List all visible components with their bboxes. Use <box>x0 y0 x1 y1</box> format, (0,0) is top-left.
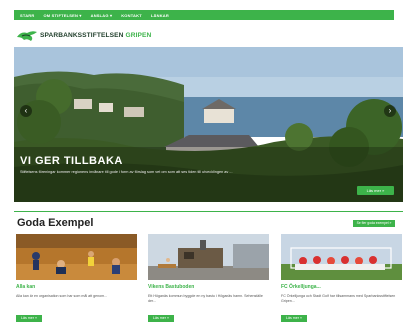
nav-item-anslag[interactable]: ANSLAG ▾ <box>91 13 113 18</box>
section-title: Goda Exempel <box>17 217 94 229</box>
section-divider <box>14 211 403 212</box>
card-image[interactable] <box>281 234 402 280</box>
card-title[interactable]: Vikens Bastuboden <box>148 284 269 290</box>
hero-read-more-button[interactable]: Läs mer » <box>357 186 394 195</box>
chevron-right-icon: › <box>388 106 392 115</box>
top-navbar: STARR OM STIFTELSEN ▾ ANSLAG ▾ KONTAKT L… <box>14 10 394 20</box>
card-read-more-button[interactable]: Läs mer » <box>148 315 174 322</box>
hero-text: Stiftelsens föreningar kommer regionens … <box>20 170 233 174</box>
hero-title: VI GER TILLBAKA <box>20 155 123 167</box>
card-title[interactable]: Alla kan <box>16 284 137 290</box>
card-image[interactable] <box>148 234 269 280</box>
nav-item-kontakt[interactable]: KONTAKT <box>121 13 142 18</box>
carousel-prev-button[interactable]: ‹ <box>20 105 32 117</box>
example-card-fc-orkelljunga: FC Örkelljunga... FC Örkelljunga och Sta… <box>281 234 402 324</box>
hero-carousel: ‹ › VI GER TILLBAKA Stiftelsens förening… <box>14 47 403 202</box>
card-text: FC Örkelljunga och Stadt Golf har tillsa… <box>281 294 396 303</box>
chevron-left-icon: ‹ <box>24 106 28 115</box>
card-text: Alla kan är en organisation som har som … <box>16 294 108 298</box>
card-read-more-button[interactable]: Läs mer » <box>16 315 42 322</box>
carousel-next-button[interactable]: › <box>384 105 396 117</box>
card-text: Ett Höganäs kommun byggde en ny bastu i … <box>148 294 263 303</box>
logo-text-sparbanksstiftelsen: SPARBANKSSTIFTELSEN <box>40 32 124 39</box>
example-card-vikens-bastuboden: Vikens Bastuboden Ett Höganäs kommun byg… <box>148 234 269 324</box>
see-more-examples-button[interactable]: Se fler goda exempel » <box>353 220 395 227</box>
nav-item-start[interactable]: STARR <box>20 13 34 18</box>
card-read-more-button[interactable]: Läs mer » <box>281 315 307 322</box>
site-logo[interactable]: SPARBANKSSTIFTELSEN GRIPEN <box>16 29 151 42</box>
gripen-logo-icon <box>17 31 37 41</box>
nav-item-lankar[interactable]: LÄNKAR <box>151 13 169 18</box>
hero-image <box>14 47 403 202</box>
example-card-alla-kan: Alla kan Alla kan är en organisation som… <box>16 234 137 324</box>
card-image[interactable] <box>16 234 137 280</box>
logo-text-gripen: GRIPEN <box>125 32 152 39</box>
nav-item-om-stiftelsen[interactable]: OM STIFTELSEN ▾ <box>43 13 81 18</box>
card-title[interactable]: FC Örkelljunga... <box>281 284 402 290</box>
